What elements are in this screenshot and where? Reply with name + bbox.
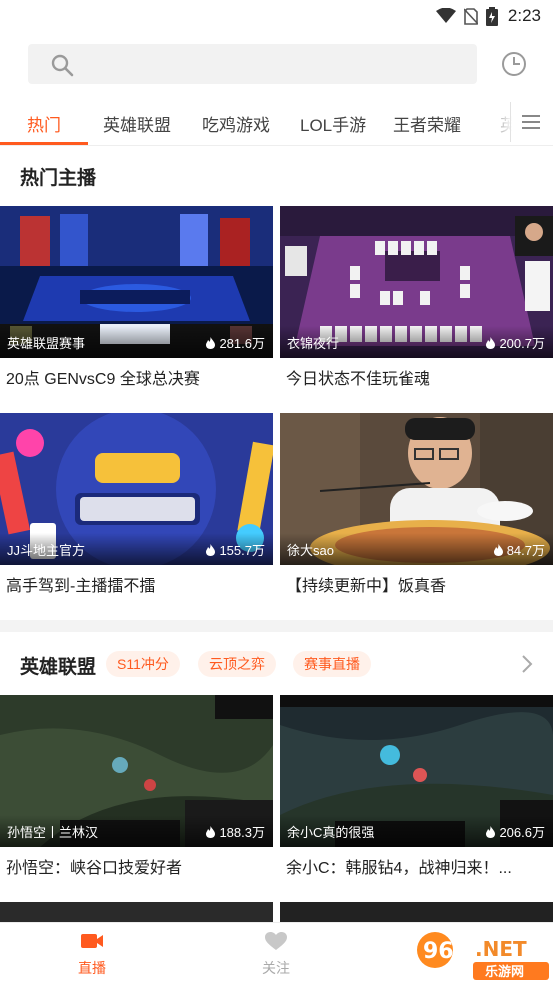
stream-card[interactable]: 英雄联盟赛事 281.6万 20点 GENvsC9 全球总决赛	[0, 206, 273, 389]
stream-card[interactable]: 孙悟空丨兰林汉 188.3万 孙悟空：峡谷口技爱好者	[0, 695, 273, 878]
streamer-name: 孙悟空丨兰林汉	[7, 825, 99, 840]
search-row	[0, 44, 553, 84]
tag-s11-ranked[interactable]: S11冲分	[106, 651, 180, 677]
stream-card[interactable]: 余小C真的很强 206.6万 余小C：韩服钻4，战神归来！...	[280, 695, 553, 878]
svg-text:.NET: .NET	[475, 937, 527, 961]
tab-honor-of-kings[interactable]: 王者荣耀	[393, 111, 461, 136]
stream-card[interactable]: 徐大sao 84.7万 【持续更新中】饭真香	[280, 413, 553, 596]
search-input[interactable]	[28, 44, 477, 84]
stream-thumbnail-partial[interactable]	[280, 902, 553, 922]
streamer-name: 英雄联盟赛事	[7, 336, 86, 351]
streamer-name: JJ斗地主官方	[7, 543, 86, 558]
no-sim-icon	[463, 7, 478, 25]
stream-title: 【持续更新中】饭真香	[286, 578, 447, 595]
stream-thumbnail: 英雄联盟赛事 281.6万	[0, 206, 273, 358]
stream-title: 20点 GENvsC9 全球总决赛	[6, 371, 200, 388]
search-icon	[51, 54, 74, 77]
tag-esports-live[interactable]: 赛事直播	[293, 651, 371, 677]
stream-title: 高手驾到-主播擂不擂	[6, 578, 156, 595]
nav-follow[interactable]: 关注	[236, 931, 316, 978]
battery-icon	[485, 6, 498, 26]
tab-pubg[interactable]: 吃鸡游戏	[202, 111, 270, 136]
stream-thumbnail: JJ斗地主官方 155.7万	[0, 413, 273, 565]
chevron-right-icon[interactable]	[520, 654, 534, 674]
stream-thumbnail-partial[interactable]	[0, 902, 273, 922]
tab-separator	[510, 102, 511, 142]
status-time: 2:23	[507, 6, 541, 25]
view-count: 188.3万	[206, 822, 265, 841]
site-watermark-logo: 962 .NET 乐游网	[413, 926, 553, 983]
stream-card[interactable]: 衣锦夜行 200.7万 今日状态不佳玩雀魂	[280, 206, 553, 389]
fire-icon	[486, 336, 496, 349]
stream-title: 余小C：韩服钻4，战神归来！...	[286, 860, 512, 877]
stream-title: 孙悟空：峡谷口技爱好者	[6, 860, 183, 877]
stream-thumbnail: 衣锦夜行 200.7万	[280, 206, 553, 358]
streamer-name: 余小C真的很强	[287, 825, 375, 840]
tab-hot[interactable]: 热门	[27, 111, 61, 136]
view-count: 84.7万	[493, 540, 545, 559]
tag-tft[interactable]: 云顶之弈	[198, 651, 276, 677]
tab-lol-mobile[interactable]: LOL手游	[300, 111, 366, 136]
stream-title: 今日状态不佳玩雀魂	[286, 371, 431, 388]
svg-text:962: 962	[423, 939, 469, 964]
stream-thumbnail: 徐大sao 84.7万	[280, 413, 553, 565]
view-count: 155.7万	[206, 540, 265, 559]
view-count: 200.7万	[486, 333, 545, 352]
section-title-hot: 热门主播	[20, 168, 97, 189]
status-bar: 2:23	[0, 0, 553, 32]
wifi-icon	[435, 8, 456, 23]
menu-icon[interactable]	[522, 114, 540, 130]
nav-live[interactable]: 直播	[52, 931, 132, 978]
fire-icon	[206, 825, 216, 838]
fire-icon	[493, 543, 503, 556]
tab-active-indicator	[0, 142, 88, 145]
fire-icon	[486, 825, 496, 838]
section-divider	[0, 620, 553, 632]
heart-icon	[265, 932, 287, 950]
stream-thumbnail: 孙悟空丨兰林汉 188.3万	[0, 695, 273, 847]
stream-thumbnail: 余小C真的很强 206.6万	[280, 695, 553, 847]
history-icon[interactable]	[500, 50, 528, 78]
category-tabs: 热门 英雄联盟 吃鸡游戏 LOL手游 王者荣耀 英	[0, 100, 553, 146]
streamer-name: 徐大sao	[287, 543, 334, 558]
streamer-name: 衣锦夜行	[287, 336, 340, 351]
tab-lol[interactable]: 英雄联盟	[103, 111, 171, 136]
fire-icon	[206, 543, 216, 556]
view-count: 281.6万	[206, 333, 265, 352]
fire-icon	[206, 336, 216, 349]
section-title-lol: 英雄联盟	[20, 657, 97, 678]
status-icons	[435, 6, 498, 26]
stream-card[interactable]: JJ斗地主官方 155.7万 高手驾到-主播擂不擂	[0, 413, 273, 596]
view-count: 206.6万	[486, 822, 545, 841]
svg-text:乐游网: 乐游网	[485, 964, 524, 980]
video-camera-icon	[81, 934, 103, 948]
